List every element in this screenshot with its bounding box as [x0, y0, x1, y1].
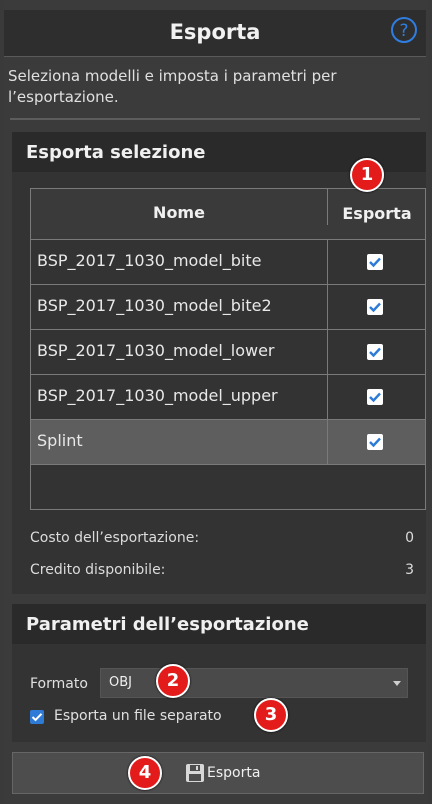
- table-row[interactable]: BSP_2017_1030_model_bite: [31, 240, 425, 285]
- check-icon: [369, 347, 381, 358]
- panel-title: Esporta: [169, 20, 261, 44]
- check-icon: [369, 257, 381, 268]
- model-name: BSP_2017_1030_model_upper: [37, 386, 278, 405]
- format-label: Formato: [30, 676, 88, 692]
- format-value: OBJ: [109, 675, 132, 690]
- export-cell: [327, 375, 426, 419]
- export-selection-title: Esporta selezione: [26, 142, 206, 163]
- export-checkbox[interactable]: [367, 299, 383, 315]
- model-name: BSP_2017_1030_model_bite2: [37, 296, 272, 315]
- format-dropdown[interactable]: OBJ: [100, 668, 408, 698]
- model-table: Nome Esporta BSP_2017_1030_model_bite BS…: [30, 188, 426, 510]
- step-marker-2: 2: [156, 664, 190, 698]
- separate-file-label[interactable]: Esporta un file separato: [54, 708, 222, 724]
- export-cell: [327, 285, 426, 329]
- table-row[interactable]: BSP_2017_1030_model_bite2: [31, 285, 425, 330]
- step-marker-1: 1: [350, 158, 384, 192]
- check-icon: [369, 392, 381, 403]
- export-cost-value: 0: [405, 530, 414, 546]
- export-cell: [327, 330, 426, 374]
- export-cell: [327, 240, 426, 284]
- available-credit-label: Credito disponibile:: [30, 562, 166, 578]
- export-selection-section: Esporta selezione Nome Esporta BSP_2017_…: [12, 132, 426, 594]
- export-checkbox[interactable]: [367, 389, 383, 405]
- export-checkbox[interactable]: [367, 434, 383, 450]
- help-circle-icon[interactable]: ?: [390, 16, 418, 44]
- save-icon: [186, 764, 204, 782]
- panel-header: Esporta ?: [4, 10, 426, 57]
- table-row-selected[interactable]: Splint: [31, 420, 425, 465]
- panel-description: Seleziona modelli e imposta i parametri …: [8, 67, 337, 106]
- export-checkbox[interactable]: [367, 344, 383, 360]
- table-row[interactable]: BSP_2017_1030_model_lower: [31, 330, 425, 375]
- separate-file-checkbox[interactable]: [30, 710, 44, 724]
- divider: [10, 118, 420, 120]
- export-params-title: Parametri dell’esportazione: [26, 614, 309, 635]
- export-button-label: Esporta: [207, 765, 261, 781]
- model-name: BSP_2017_1030_model_lower: [37, 341, 275, 360]
- export-params-header: Parametri dell’esportazione: [12, 604, 426, 644]
- available-credit-value: 3: [405, 562, 414, 578]
- model-name: BSP_2017_1030_model_bite: [37, 251, 262, 270]
- table-header: Nome Esporta: [31, 189, 425, 240]
- export-checkbox[interactable]: [367, 254, 383, 270]
- step-marker-3: 3: [254, 698, 288, 732]
- export-cost-label: Costo dell’esportazione:: [30, 530, 200, 546]
- column-header-name[interactable]: Nome: [31, 203, 327, 222]
- table-row[interactable]: BSP_2017_1030_model_upper: [31, 375, 425, 420]
- check-icon: [31, 713, 43, 722]
- svg-text:?: ?: [399, 21, 408, 41]
- export-button[interactable]: Esporta: [12, 752, 424, 794]
- check-icon: [369, 437, 381, 448]
- step-marker-4: 4: [128, 756, 162, 790]
- export-cell: [327, 420, 426, 464]
- check-icon: [369, 302, 381, 313]
- model-name: Splint: [37, 431, 83, 450]
- chevron-down-icon: [393, 681, 401, 686]
- column-header-export[interactable]: Esporta: [327, 189, 426, 225]
